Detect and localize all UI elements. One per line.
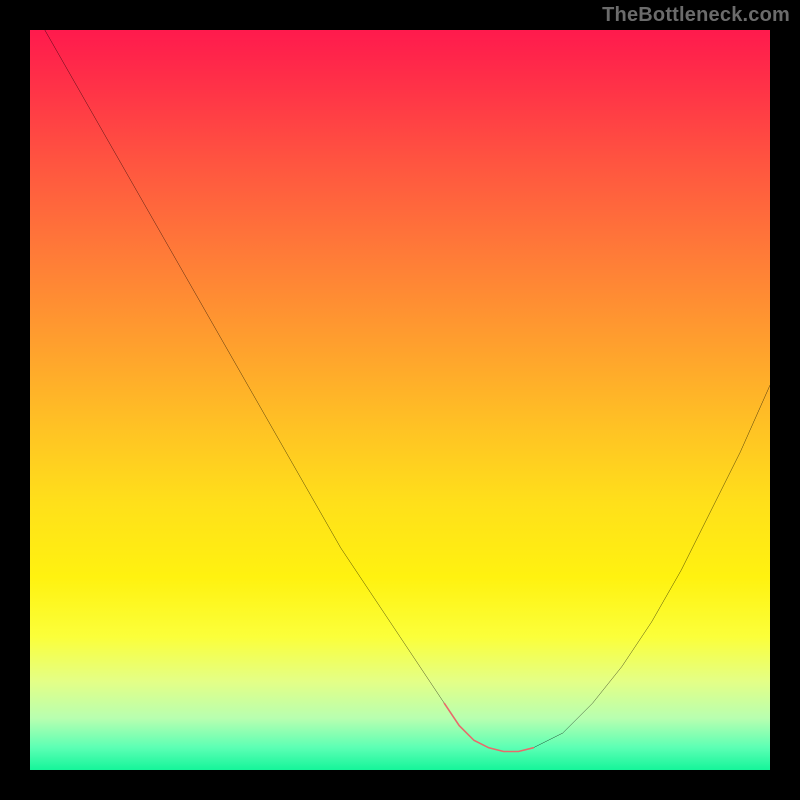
bottleneck-curve	[45, 30, 770, 752]
watermark-text: TheBottleneck.com	[602, 4, 790, 27]
curve-svg	[30, 30, 770, 770]
plot-area	[30, 30, 770, 770]
optimal-range-highlight	[444, 703, 533, 751]
chart-frame: TheBottleneck.com	[0, 0, 800, 800]
